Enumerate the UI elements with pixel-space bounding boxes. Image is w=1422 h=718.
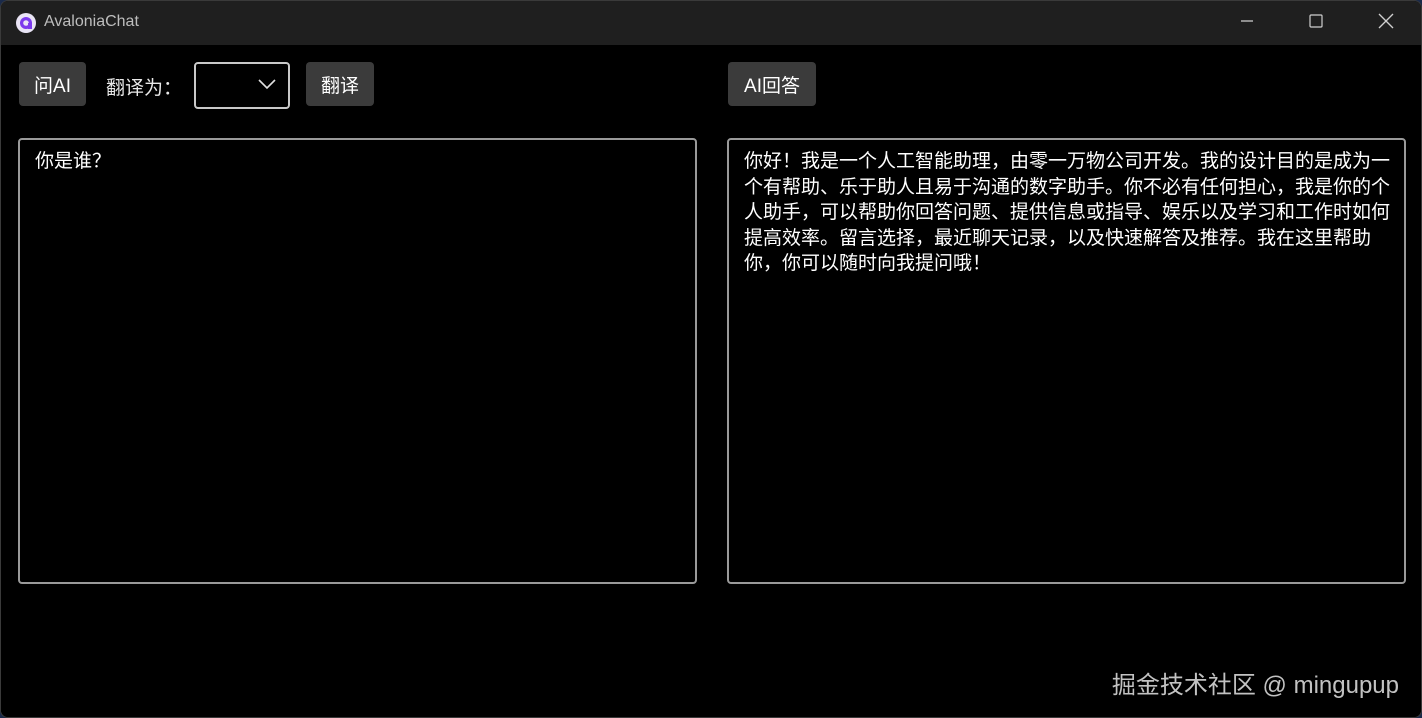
answer-output[interactable]: 你好！我是一个人工智能助理，由零一万物公司开发。我的设计目的是成为一个有帮助、乐… [727,138,1406,584]
translate-to-label: 翻译为： [106,78,183,99]
avalonia-logo-icon [15,12,37,34]
question-input[interactable]: 你是谁？ [18,138,697,584]
minimize-icon [1240,14,1254,33]
ai-answer-button[interactable]: AI回答 [728,62,816,106]
close-button[interactable] [1351,1,1421,45]
window-title: AvaloniaChat [44,13,139,30]
language-select[interactable] [194,62,290,109]
ask-ai-button[interactable]: 问AI [19,62,86,106]
translate-button[interactable]: 翻译 [306,62,374,106]
chevron-down-icon [258,79,276,90]
close-icon [1378,13,1394,34]
maximize-button[interactable] [1281,1,1351,45]
maximize-icon [1309,13,1323,33]
main-content: 问AI 翻译为： 翻译 AI回答 你是谁？ 你好！我是一个人工智能助理，由零一万… [1,45,1421,717]
minimize-button[interactable] [1212,1,1282,45]
title-bar[interactable]: AvaloniaChat [1,1,1421,45]
app-window: AvaloniaChat 问AI 翻译为： 翻译 AI回答 你是谁？ 你好！我是… [0,0,1422,718]
watermark: 掘金技术社区 @ mingupup [1111,672,1399,699]
